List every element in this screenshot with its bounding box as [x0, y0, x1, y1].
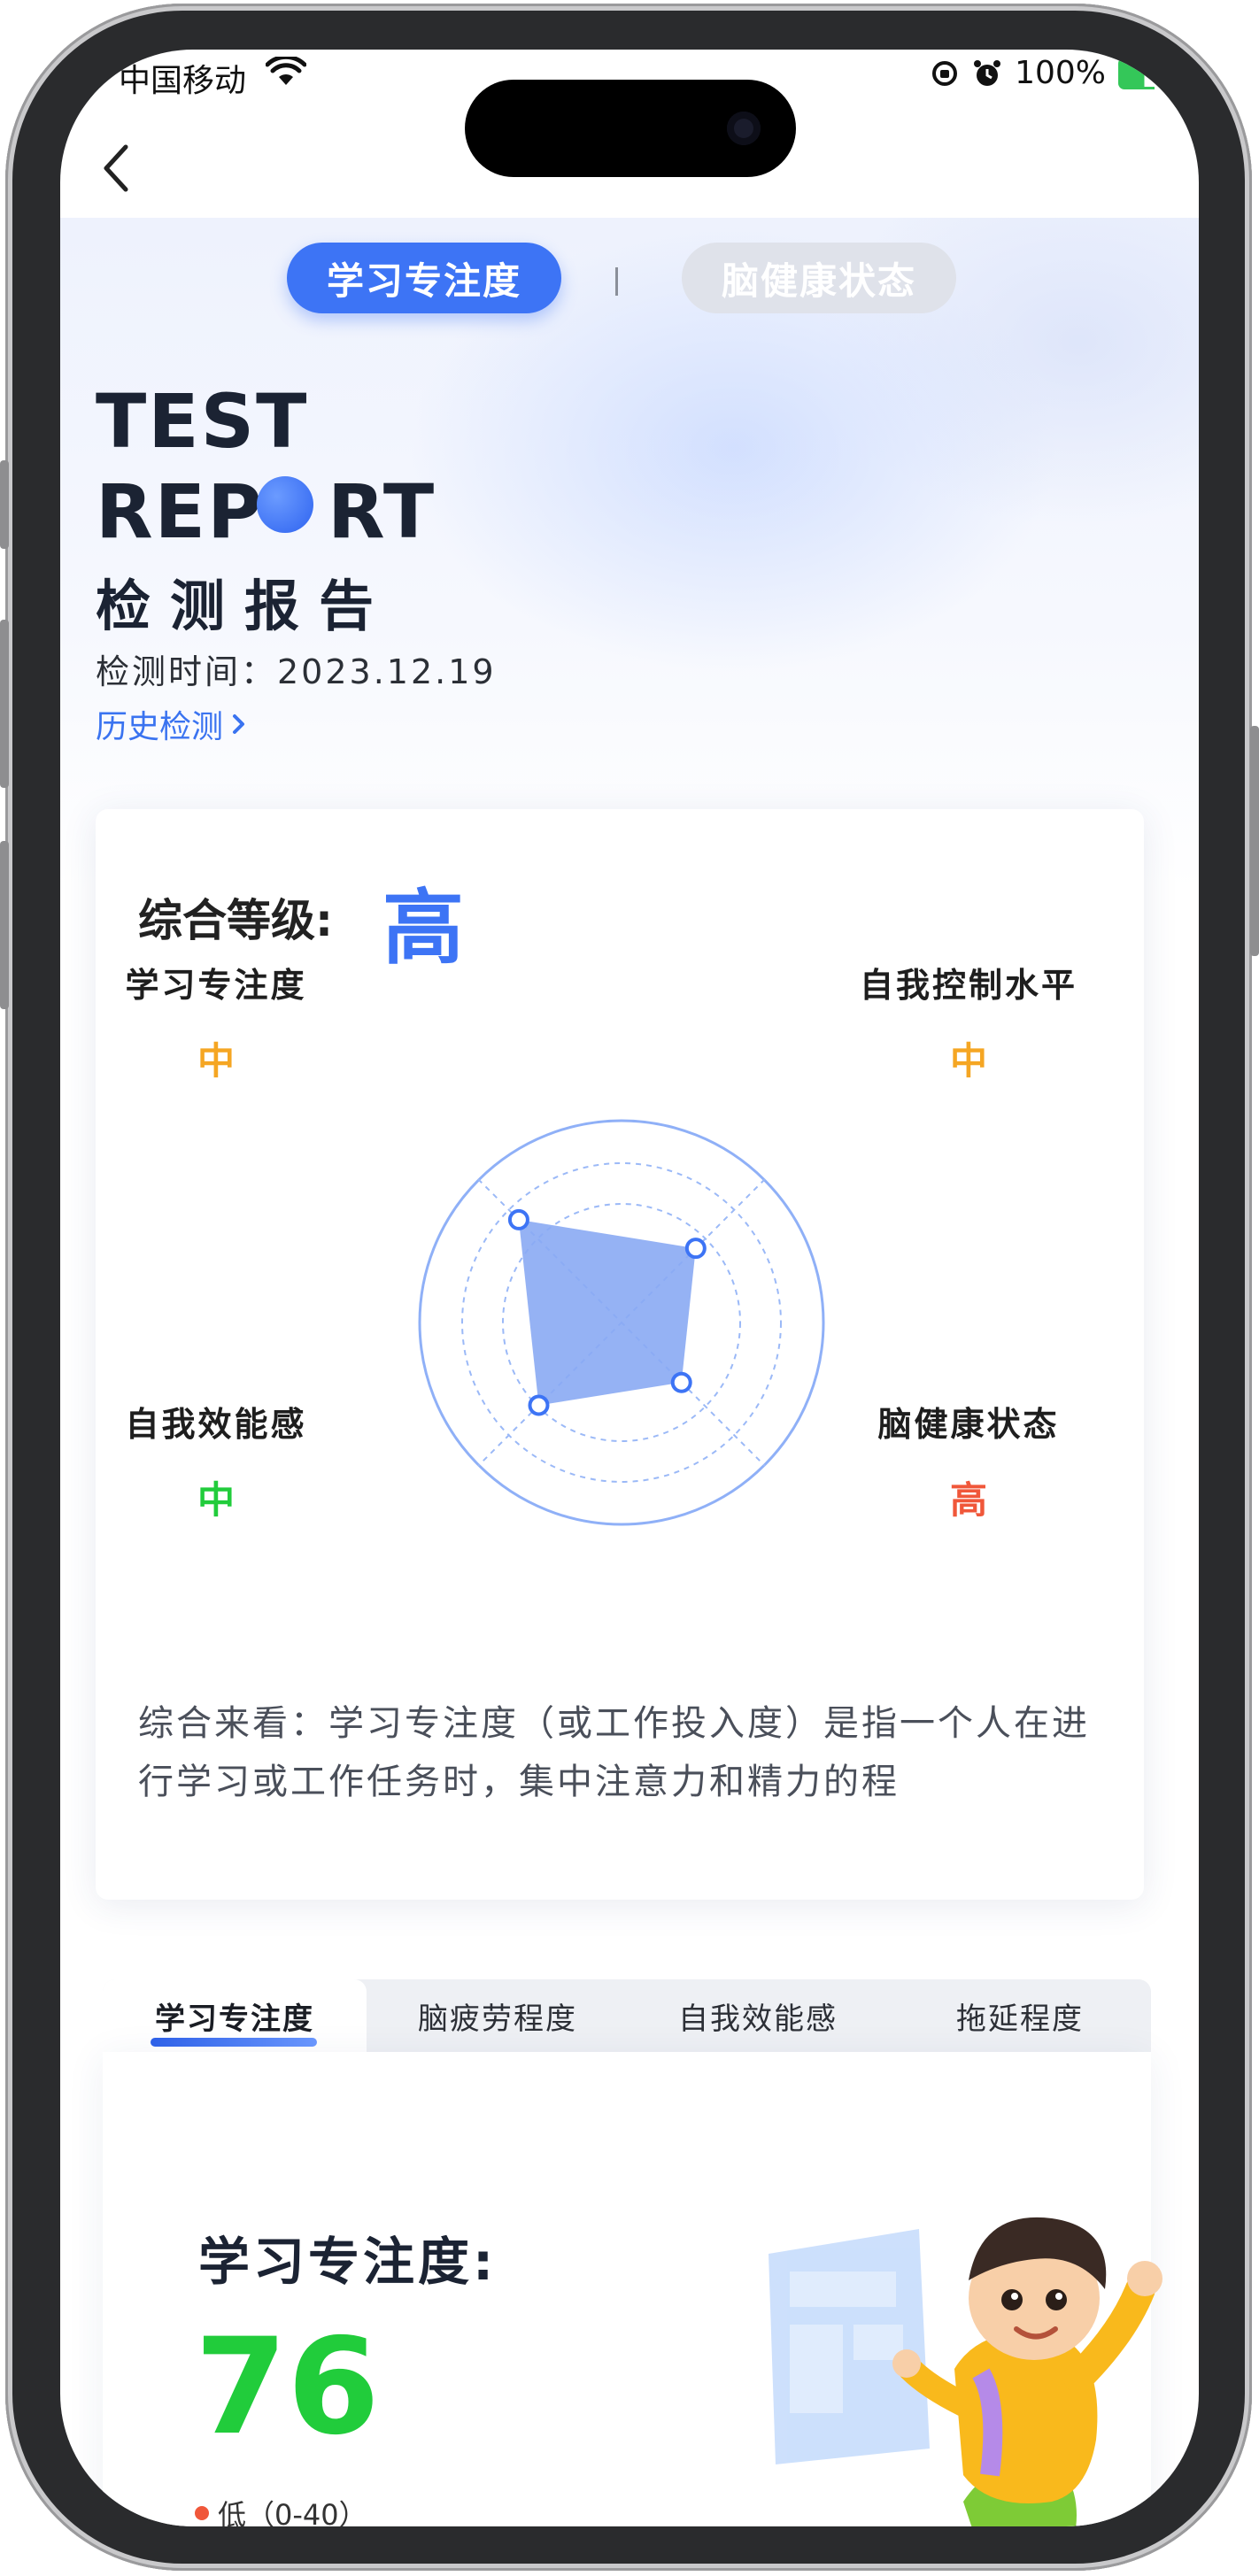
hand — [1127, 2261, 1162, 2296]
detail-tab-learning-focus[interactable]: 学习专注度 — [103, 1979, 367, 2052]
dim-name: 脑健康状态 — [877, 1405, 1060, 1444]
screen-panel-illustration — [769, 2229, 930, 2464]
title-line-2b: RT — [328, 468, 436, 555]
volume-down-button — [0, 841, 9, 1009]
radar-area — [518, 1219, 696, 1406]
dim-brain-health: 脑健康状态 高 — [836, 1397, 1101, 1524]
top-tab-bar: 学习专注度 脑健康状态 — [60, 243, 1199, 322]
detail-score: 76 — [195, 2310, 380, 2464]
tab-learning-focus[interactable]: 学习专注度 — [287, 243, 561, 313]
title-line-2a: REP — [96, 468, 264, 555]
dim-self-efficacy: 自我效能感 中 — [83, 1397, 349, 1524]
detail-title: 学习专注度: — [198, 2232, 498, 2292]
grade-value: 高 — [382, 881, 465, 976]
orientation-lock-icon — [932, 60, 958, 86]
summary-text: 综合来看：学习专注度（或工作投入度）是指一个人在进行学习或工作任务时，集中注意力… — [138, 1703, 1090, 1802]
legend-dot — [195, 2506, 209, 2520]
tab-separator — [615, 267, 618, 296]
detail-tab-brain-fatigue[interactable]: 脑疲劳程度 — [368, 1979, 627, 2052]
radar-chart — [418, 1119, 825, 1526]
dim-level: 中 — [197, 1039, 235, 1083]
battery-percent: 100% — [1015, 55, 1106, 91]
volume-up-button — [0, 620, 9, 788]
detail-tab-procrastination[interactable]: 拖延程度 — [889, 1979, 1151, 2052]
dim-self-control: 自我控制水平 中 — [836, 958, 1101, 1085]
alarm-icon — [974, 59, 1001, 86]
wifi-icon — [266, 57, 306, 85]
dim-learning-focus: 学习专注度 中 — [83, 958, 349, 1085]
boy-mascot-illustration — [769, 2217, 1162, 2526]
app-screen: 中国移动 100% 学习专注度 脑健康状态 TEST REP RT 检测报告 检… — [60, 50, 1199, 2526]
title-o-dot — [257, 476, 313, 533]
history-link-label: 历史检测 — [96, 709, 224, 745]
active-tab-indicator — [151, 2038, 317, 2047]
detail-tab-self-efficacy[interactable]: 自我效能感 — [629, 1979, 887, 2052]
radar-point-2 — [670, 1371, 692, 1393]
radar-point-0 — [507, 1208, 529, 1230]
score-legend-low: 低（0-40） — [195, 2493, 367, 2526]
overview-card: 综合等级: 高 学习专注度 中 自我控制水平 中 脑健康状态 高 自我效能感 中… — [96, 809, 1144, 1900]
radar-point-3 — [528, 1394, 550, 1416]
title-line-1: TEST — [96, 378, 309, 465]
dim-level: 高 — [949, 1478, 987, 1522]
power-button — [1250, 726, 1259, 956]
tab-brain-health[interactable]: 脑健康状态 — [682, 243, 956, 313]
dim-level: 中 — [197, 1478, 235, 1522]
battery-icon — [1118, 57, 1155, 89]
dim-level: 中 — [949, 1039, 987, 1083]
camera-icon — [727, 112, 761, 145]
dim-name: 学习专注度 — [125, 966, 307, 1005]
detail-tab-label: 学习专注度 — [155, 2001, 314, 2037]
test-time: 检测时间：2023.12.19 — [96, 652, 497, 691]
dim-name: 自我控制水平 — [859, 966, 1077, 1005]
history-link[interactable]: 历史检测 — [96, 701, 248, 747]
dynamic-island — [465, 80, 796, 177]
dim-name: 自我效能感 — [125, 1405, 307, 1444]
mute-switch — [0, 460, 9, 549]
legend-low-label: 低（0-40） — [218, 2498, 367, 2526]
grade-label: 综合等级: — [138, 895, 333, 946]
title-chinese: 检测报告 — [96, 574, 394, 638]
detail-tab-bar: 学习专注度 脑疲劳程度 自我效能感 拖延程度 — [103, 1979, 1151, 2052]
carrier-label: 中国移动 — [119, 63, 247, 99]
radar-point-1 — [684, 1238, 707, 1260]
chevron-right-icon — [233, 714, 245, 734]
back-arrow-icon[interactable] — [94, 133, 147, 204]
